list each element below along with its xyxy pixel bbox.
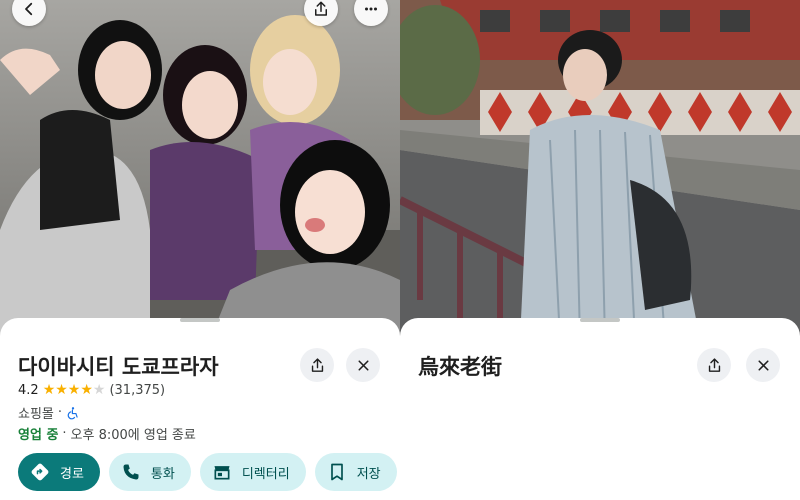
place-title: 烏來老街 (418, 355, 502, 379)
separator-dot: · (62, 426, 67, 441)
directions-icon (28, 460, 52, 484)
separator-dot: · (57, 405, 63, 420)
arrow-back-icon (25, 2, 33, 16)
place-title: 다이바시티 도쿄프라자 (18, 355, 219, 379)
phone-icon (119, 460, 143, 484)
share-icon (311, 357, 323, 372)
open-status: 영업 중 (18, 428, 59, 443)
hours-row[interactable]: 영업 중 · 오후 8:00에 영업 종료 (18, 424, 196, 443)
share-icon (315, 1, 327, 16)
directions-button[interactable]: 경로 (18, 453, 100, 491)
share-button[interactable] (697, 348, 731, 382)
directory-button[interactable]: 디렉터리 (199, 453, 306, 491)
drag-handle[interactable] (180, 318, 220, 322)
category-label: 쇼핑몰 (18, 407, 54, 422)
place-card-right: 烏來老街 (400, 0, 800, 500)
drag-handle[interactable] (580, 318, 620, 322)
close-button[interactable] (746, 348, 780, 382)
bookmark-icon (325, 460, 349, 484)
bottom-sheet: 다이바시티 도쿄프라자 4.2 ★★★★★ (31,375) 쇼핑몰 · 영업 … (0, 318, 400, 500)
save-button[interactable]: 저장 (314, 453, 397, 491)
action-chips: 경로 통화 디렉터리 저장 (18, 453, 397, 491)
wheelchair-icon (66, 406, 80, 420)
share-button[interactable] (300, 348, 334, 382)
closing-time: 오후 8:00에 영업 종료 (70, 428, 196, 443)
place-photo[interactable] (400, 0, 800, 340)
call-label: 통화 (150, 466, 175, 482)
save-label: 저장 (356, 466, 381, 482)
bottom-sheet: 烏來老街 (400, 318, 800, 500)
call-button[interactable]: 통화 (108, 453, 191, 491)
share-icon (708, 357, 720, 372)
directory-label: 디렉터리 (241, 466, 290, 482)
close-icon (757, 359, 769, 371)
more-horizontal-icon (365, 7, 377, 11)
rating-row[interactable]: 4.2 ★★★★★ (31,375) (18, 382, 165, 398)
place-card-left: 다이바시티 도쿄프라자 4.2 ★★★★★ (31,375) 쇼핑몰 · 영업 … (0, 0, 400, 500)
rating-value: 4.2 (18, 382, 39, 398)
store-icon (210, 460, 234, 484)
review-count: (31,375) (109, 382, 166, 398)
close-icon (357, 359, 369, 371)
directions-label: 경로 (60, 466, 84, 482)
place-photo[interactable] (0, 0, 400, 340)
close-button[interactable] (346, 348, 380, 382)
category-row: 쇼핑몰 · (18, 403, 80, 422)
star-rating: ★★★★★ (42, 382, 106, 398)
